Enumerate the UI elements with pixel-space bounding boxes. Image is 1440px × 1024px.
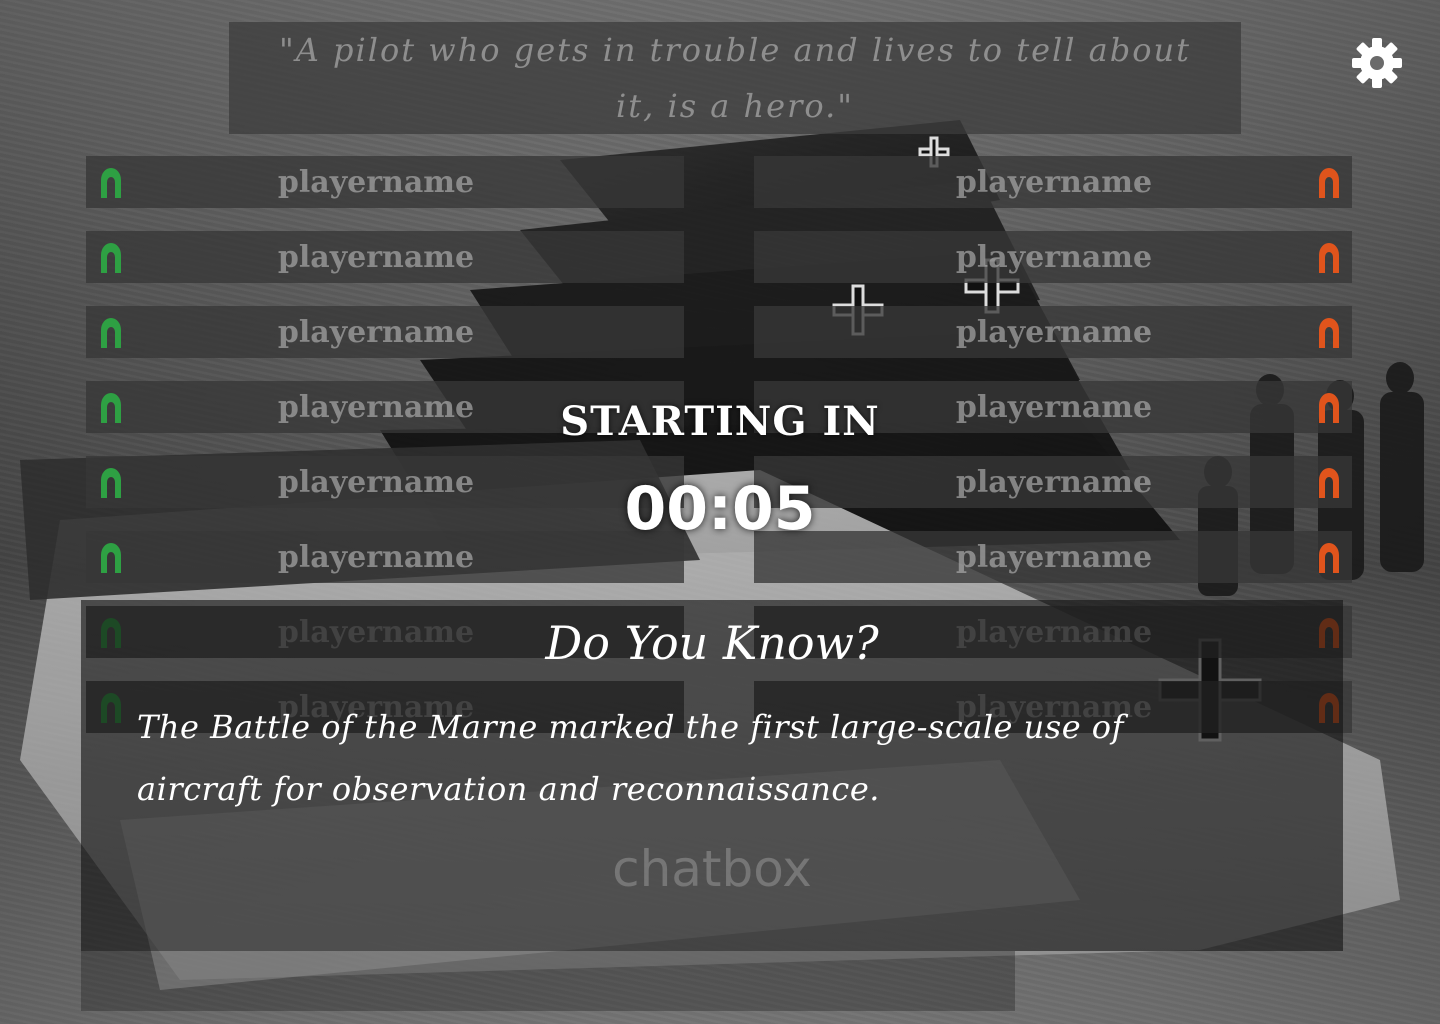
countdown-timer: 00:05 bbox=[624, 474, 816, 544]
quote-banner: "A pilot who gets in trouble and lives t… bbox=[229, 22, 1241, 134]
player-slot: playername bbox=[754, 231, 1352, 283]
fact-panel: chatbox Do You Know? The Battle of the M… bbox=[81, 600, 1343, 951]
helmet-icon bbox=[101, 168, 121, 198]
player-slot: playername bbox=[754, 156, 1352, 208]
player-name: playername bbox=[955, 314, 1153, 350]
player-name: playername bbox=[277, 164, 475, 200]
player-name: playername bbox=[277, 239, 475, 275]
quote-text: "A pilot who gets in trouble and lives t… bbox=[279, 31, 1191, 125]
helmet-icon bbox=[1319, 168, 1339, 198]
fact-text: The Battle of the Marne marked the first… bbox=[137, 708, 1124, 808]
fact-title: Do You Know? bbox=[545, 616, 879, 670]
player-name: playername bbox=[277, 314, 475, 350]
player-name: playername bbox=[955, 164, 1153, 200]
helmet-icon bbox=[1319, 543, 1339, 573]
helmet-icon bbox=[101, 318, 121, 348]
player-name: playername bbox=[955, 539, 1153, 575]
chatbox-placeholder[interactable]: chatbox bbox=[81, 840, 1343, 898]
helmet-icon bbox=[1319, 243, 1339, 273]
settings-button[interactable] bbox=[1350, 36, 1404, 90]
player-name: playername bbox=[277, 539, 475, 575]
player-name: playername bbox=[955, 239, 1153, 275]
player-slot: playername bbox=[754, 306, 1352, 358]
player-slot: playername bbox=[86, 231, 684, 283]
chatbox-bottom-strip bbox=[81, 951, 1015, 1011]
countdown-label: STARTING IN bbox=[560, 398, 880, 445]
player-slot: playername bbox=[86, 156, 684, 208]
helmet-icon bbox=[101, 543, 121, 573]
player-slot: playername bbox=[86, 306, 684, 358]
helmet-icon bbox=[1319, 318, 1339, 348]
helmet-icon bbox=[101, 243, 121, 273]
gear-icon bbox=[1352, 38, 1402, 88]
